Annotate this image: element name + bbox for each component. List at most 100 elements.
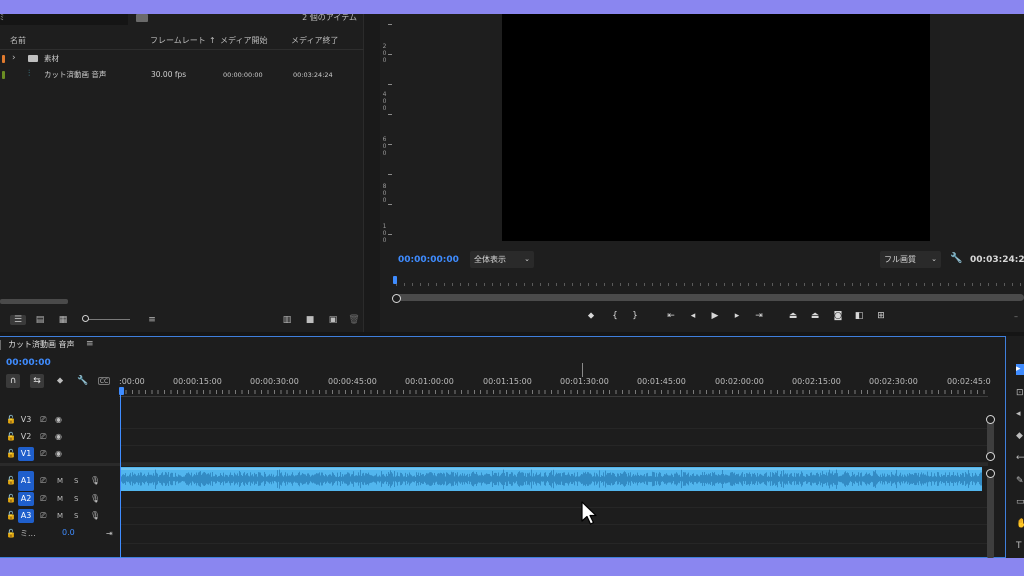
zoom-fit-select[interactable]: 全体表示 ⌄	[470, 251, 534, 268]
razor-tool-icon[interactable]: ◆	[1016, 431, 1023, 441]
mute-button[interactable]: M	[57, 476, 63, 486]
vr-video-icon[interactable]: ⊞	[874, 311, 888, 321]
project-horizontal-scrollbar[interactable]	[0, 299, 68, 304]
playback-quality-select[interactable]: フル画質 ⌄	[880, 251, 941, 268]
add-marker-icon[interactable]: ⬥	[584, 311, 598, 321]
solo-button[interactable]: S	[74, 494, 78, 504]
project-item-folder[interactable]: › 素材	[0, 51, 364, 66]
track-lane-a2[interactable]	[120, 491, 988, 508]
sync-lock-icon[interactable]: ⎚	[40, 415, 46, 425]
icon-view-icon[interactable]: ▤	[34, 315, 46, 325]
audio-tracks-scrollbar[interactable]	[987, 473, 994, 558]
timeline-timecode[interactable]: 00:00:00	[6, 358, 51, 368]
automate-to-sequence-icon[interactable]: ▥	[281, 315, 293, 325]
play-icon[interactable]: ▶	[708, 311, 722, 321]
snap-icon[interactable]: ∩	[6, 374, 20, 388]
mark-out-icon[interactable]: }	[628, 311, 642, 321]
sync-lock-icon[interactable]: ⎚	[40, 494, 46, 504]
eye-icon[interactable]: ◉	[55, 415, 62, 425]
monitor-playhead[interactable]	[393, 276, 397, 284]
monitor-scroll-handle[interactable]	[392, 294, 401, 303]
video-preview[interactable]	[502, 14, 930, 241]
freeform-view-icon[interactable]: ▦	[55, 315, 71, 325]
lock-icon[interactable]: 🔓	[6, 432, 16, 442]
playhead-timecode[interactable]: 00:00:00:00	[398, 255, 459, 265]
timeline-playhead[interactable]	[120, 393, 121, 558]
monitor-time-ruler[interactable]	[396, 278, 1024, 286]
column-framerate[interactable]: フレームレート	[150, 36, 206, 46]
hand-tool-icon[interactable]: ✋	[1016, 519, 1024, 529]
sync-lock-icon[interactable]: ⎚	[40, 449, 46, 459]
solo-button[interactable]: S	[74, 511, 78, 521]
rectangle-tool-icon[interactable]: ▭	[1016, 497, 1024, 507]
panel-menu-icon[interactable]: ≡	[86, 339, 94, 349]
track-name-v1[interactable]: V1	[18, 447, 34, 461]
expand-triangle-icon[interactable]: ›	[12, 53, 16, 63]
mix-volume-value[interactable]: 0.0	[62, 528, 75, 538]
zoom-slider-track[interactable]	[88, 319, 130, 320]
lock-icon[interactable]: 🔓	[6, 415, 16, 425]
track-name-v3[interactable]: V3	[18, 413, 34, 427]
lock-icon[interactable]: 🔓	[6, 449, 16, 459]
lift-icon[interactable]: ⏏	[786, 311, 800, 321]
track-lane-v2[interactable]	[120, 429, 988, 446]
track-lane-a3[interactable]	[120, 508, 988, 525]
selection-tool-icon[interactable]: ▸	[1016, 364, 1024, 375]
type-tool-icon[interactable]: T	[1016, 541, 1022, 551]
eye-icon[interactable]: ◉	[55, 449, 62, 459]
track-name-a1[interactable]: A1	[18, 471, 34, 491]
find-icon[interactable]: ■	[304, 315, 316, 325]
lock-icon[interactable]: 🔓	[6, 511, 16, 521]
sync-lock-icon[interactable]: ⎚	[40, 432, 46, 442]
lock-icon[interactable]: 🔓	[6, 494, 16, 504]
project-item-sequence[interactable]: ⫶ カット済動画 音声 30.00 fps 00:00:00:00 00:03:…	[0, 67, 364, 82]
mark-in-icon[interactable]: {	[608, 311, 622, 321]
add-marker-icon[interactable]: ⬥	[53, 374, 67, 388]
track-lane-v3[interactable]	[120, 412, 988, 429]
scroll-handle-top[interactable]	[986, 469, 995, 478]
project-search-field[interactable]: ﾐ	[0, 14, 128, 25]
camera-icon[interactable]: ◙	[831, 311, 845, 321]
sync-lock-icon[interactable]: ⎚	[40, 476, 46, 486]
zoom-slider-handle[interactable]	[82, 315, 89, 322]
lock-icon[interactable]: 🔓	[6, 476, 16, 486]
track-select-tool-icon[interactable]: ⊡	[1016, 388, 1024, 398]
bin-filter-icon[interactable]	[136, 14, 148, 22]
extract-icon[interactable]: ⏏	[808, 311, 822, 321]
label-color-swatch[interactable]	[2, 71, 5, 79]
captions-icon[interactable]: CC	[98, 377, 110, 385]
microphone-icon[interactable]: 🎙	[90, 476, 100, 486]
scroll-handle-top[interactable]	[986, 415, 995, 424]
column-name[interactable]: 名前	[10, 36, 26, 46]
pen-tool-icon[interactable]: ✎	[1016, 476, 1024, 486]
panel-divider[interactable]	[364, 14, 380, 332]
ripple-edit-tool-icon[interactable]: ◂	[1016, 409, 1021, 419]
column-media-start[interactable]: メディア開始	[220, 36, 267, 46]
go-to-end-icon[interactable]: ⇥	[106, 529, 113, 539]
track-name-a3[interactable]: A3	[18, 509, 34, 523]
step-forward-icon[interactable]: ▸	[730, 311, 744, 321]
solo-button[interactable]: S	[74, 476, 78, 486]
label-color-swatch[interactable]	[2, 55, 5, 63]
track-name-v2[interactable]: V2	[18, 430, 34, 444]
scroll-handle-bottom[interactable]	[986, 452, 995, 461]
track-name-a2[interactable]: A2	[18, 492, 34, 506]
slip-tool-icon[interactable]: ⟷	[1016, 453, 1024, 463]
wrench-icon[interactable]: 🔧	[950, 254, 962, 264]
mute-button[interactable]: M	[57, 511, 63, 521]
comparison-view-icon[interactable]: ◧	[852, 311, 866, 321]
track-lane-mix[interactable]	[120, 526, 988, 544]
sequence-tab[interactable]: カット済動画 音声	[8, 340, 75, 350]
video-audio-divider[interactable]	[0, 463, 988, 466]
step-back-icon[interactable]: ◂	[686, 311, 700, 321]
column-media-end[interactable]: メディア終了	[291, 36, 338, 46]
linked-selection-icon[interactable]: ⇆	[30, 374, 44, 388]
lock-icon[interactable]: 🔓	[6, 529, 16, 539]
microphone-icon[interactable]: 🎙	[90, 494, 100, 504]
eye-icon[interactable]: ◉	[55, 432, 62, 442]
timeline-settings-wrench-icon[interactable]: 🔧	[76, 374, 90, 388]
list-view-icon[interactable]: ☰	[10, 315, 26, 325]
mute-button[interactable]: M	[57, 494, 63, 504]
monitor-zoom-scrollbar[interactable]	[396, 294, 1024, 301]
track-lane-v1[interactable]	[120, 446, 988, 463]
